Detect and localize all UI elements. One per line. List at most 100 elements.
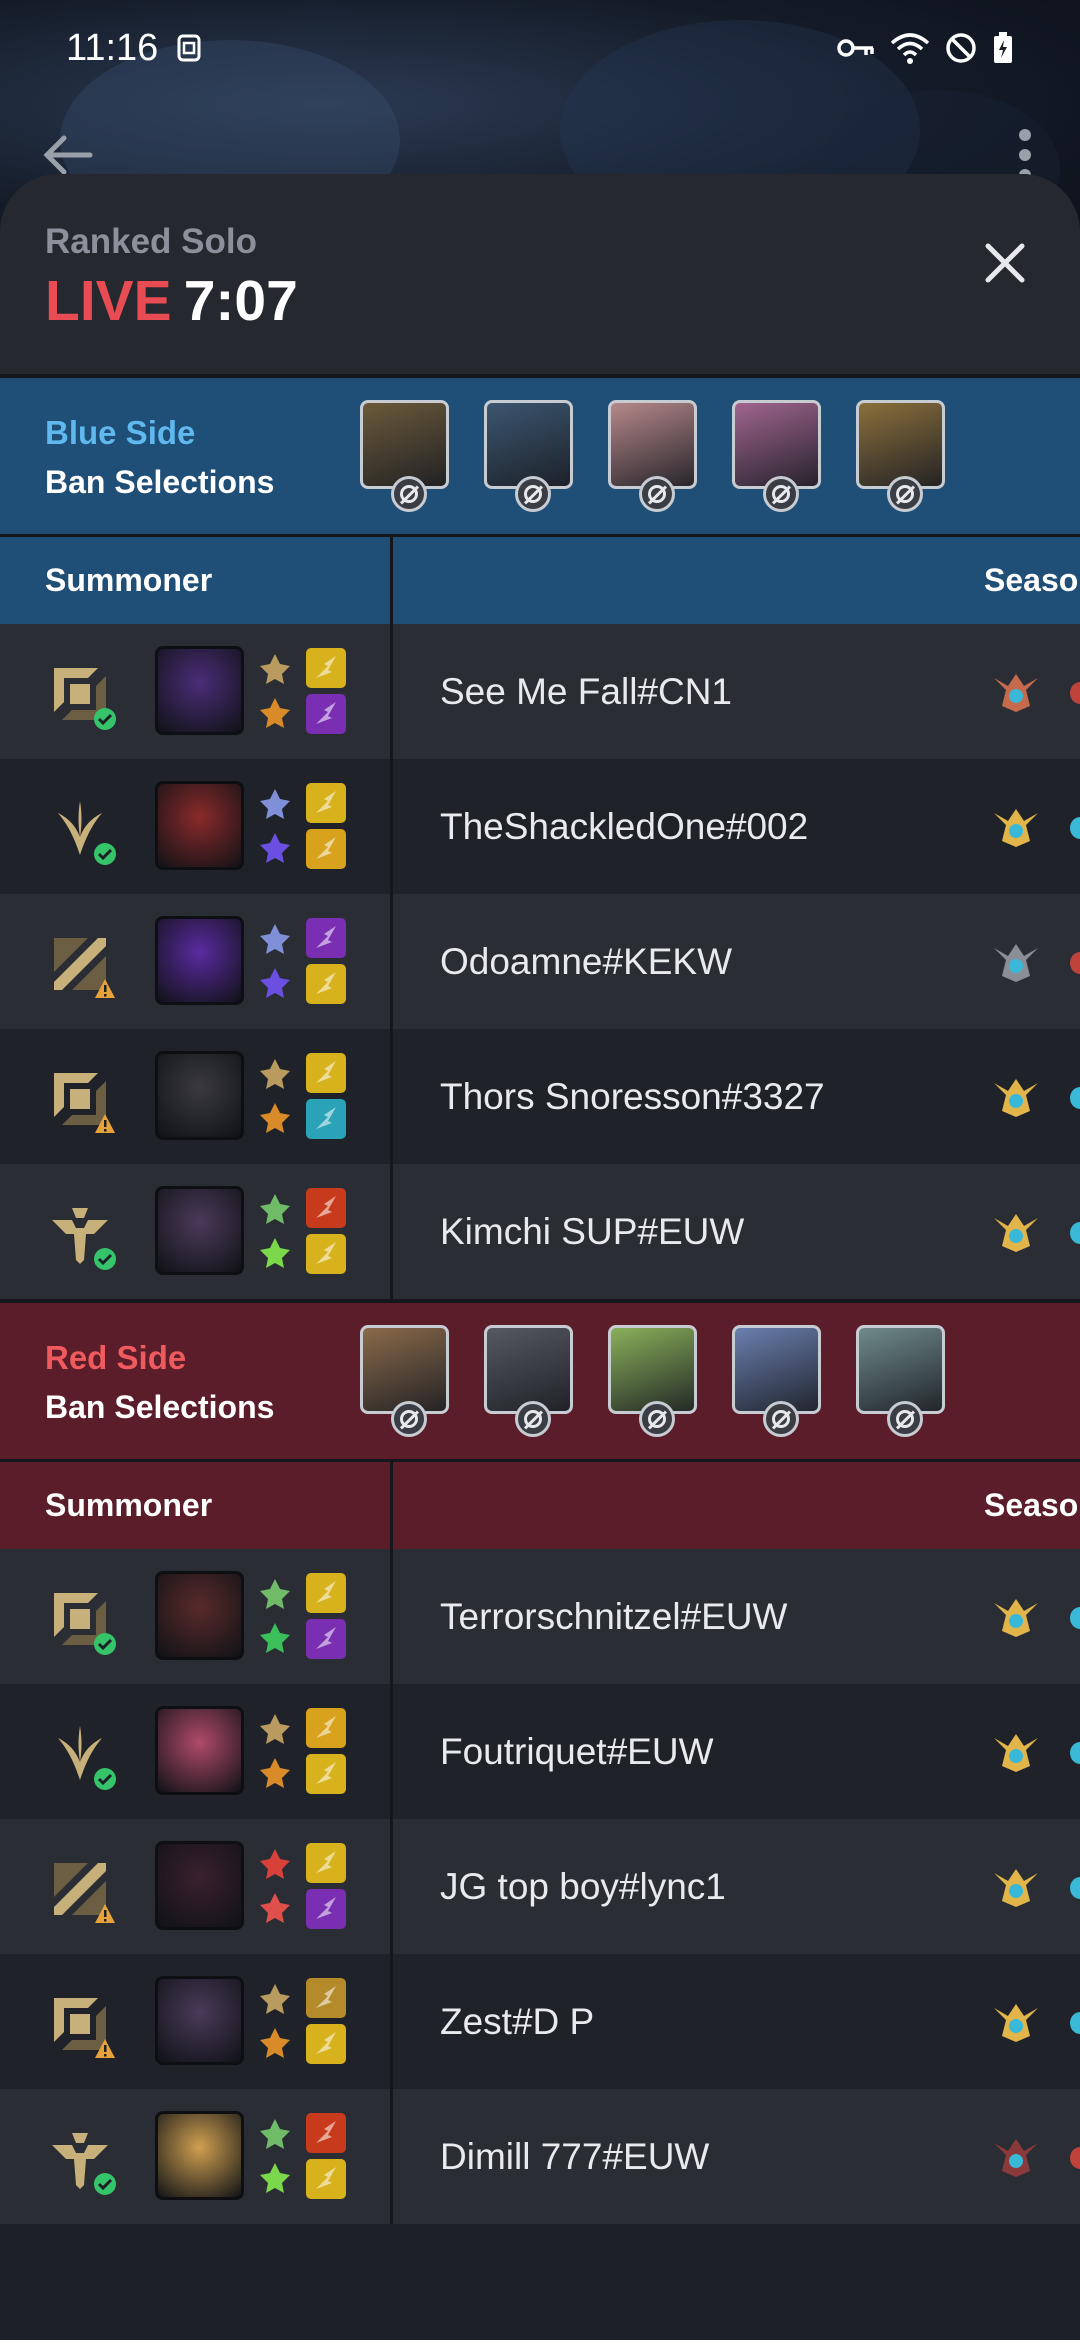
player-row[interactable]: Kimchi SUP#EUW [0,1164,1080,1299]
ban-icon [515,476,551,512]
secondary-rune-icon [258,1756,292,1790]
champion-portrait[interactable] [155,2111,244,2200]
red-ban-list [360,1325,945,1437]
red-side-bans: Red Side Ban Selections [0,1299,1080,1459]
check-icon [94,1633,116,1655]
blue-side-label: Blue Side [45,414,196,451]
player-row[interactable]: Terrorschnitzel#EUW [0,1549,1080,1684]
back-arrow-icon[interactable] [40,130,96,180]
champion-portrait[interactable] [155,646,244,735]
banned-champion-portrait[interactable] [608,400,697,512]
summoner-name[interactable]: Zest#D P [440,2001,594,2043]
rank-emblem-icon [992,807,1040,849]
summoner-spell-icon [306,648,346,688]
summoner-name[interactable]: Foutriquet#EUW [440,1731,714,1773]
champion-portrait[interactable] [155,1051,244,1140]
player-row[interactable]: Odoamne#KEKW [0,894,1080,1029]
summoner-name[interactable]: Thors Snoresson#3327 [440,1076,825,1118]
champion-portrait[interactable] [155,1186,244,1275]
season-rank-badge [1070,1877,1080,1899]
keystone-rune-icon [258,787,292,821]
player-row[interactable]: Foutriquet#EUW [0,1684,1080,1819]
ban-icon [763,476,799,512]
blue-player-list: See Me Fall#CN1 TheShackledOne#002 Odoamne… [0,624,1080,1299]
warning-icon [94,1903,116,1925]
summoner-spell-icon [306,1619,346,1659]
banned-champion-portrait[interactable] [856,1325,945,1437]
summoner-name[interactable]: Odoamne#KEKW [440,941,732,983]
secondary-rune-icon [258,696,292,730]
banned-champion-portrait[interactable] [484,400,573,512]
player-row[interactable]: JG top boy#lync1 [0,1819,1080,1954]
check-icon [94,1248,116,1270]
summoner-spell-icon [306,694,346,734]
warning-icon [94,978,116,1000]
summoner-spell-icon [306,1978,346,2018]
champion-portrait[interactable] [155,916,244,1005]
season-rank-badge [1070,682,1080,704]
banned-champion-portrait[interactable] [608,1325,697,1437]
secondary-rune-icon [258,1236,292,1270]
champion-portrait[interactable] [155,1706,244,1795]
summoner-name[interactable]: Dimill 777#EUW [440,2136,709,2178]
keystone-rune-icon [258,1982,292,2016]
summoner-spell-icon [306,829,346,869]
keystone-rune-icon [258,2117,292,2151]
ban-icon [639,1401,675,1437]
season-rank-badge [1070,1222,1080,1244]
keystone-rune-icon [258,922,292,956]
vpn-key-icon [837,39,874,57]
banned-champion-portrait[interactable] [732,400,821,512]
season-rank-badge [1070,2012,1080,2034]
keystone-rune-icon [258,1847,292,1881]
champion-portrait[interactable] [155,1841,244,1930]
live-timer: LIVE 7:07 [45,268,1035,334]
summoner-spell-icon [306,2113,346,2153]
live-label: LIVE [45,269,172,333]
summoner-name[interactable]: Kimchi SUP#EUW [440,1211,744,1253]
sim-icon [177,34,201,62]
secondary-rune-icon [258,1621,292,1655]
banned-champion-portrait[interactable] [484,1325,573,1437]
banned-champion-portrait[interactable] [360,400,449,512]
champion-portrait[interactable] [155,781,244,870]
player-row[interactable]: Thors Snoresson#3327 [0,1029,1080,1164]
banned-champion-portrait[interactable] [360,1325,449,1437]
summoner-spell-icon [306,1234,346,1274]
secondary-rune-icon [258,1101,292,1135]
summoner-name[interactable]: TheShackledOne#002 [440,806,808,848]
champion-portrait[interactable] [155,1571,244,1660]
player-row[interactable]: Dimill 777#EUW [0,2089,1080,2224]
season-rank-badge [1070,1742,1080,1764]
wifi-icon [890,33,930,64]
season-rank-badge [1070,952,1080,974]
game-clock: 7:07 [183,269,298,333]
close-icon[interactable] [980,238,1030,288]
keystone-rune-icon [258,652,292,686]
secondary-rune-icon [258,2026,292,2060]
red-table-header: Summoner Season [0,1459,1080,1549]
summoner-spell-icon [306,1188,346,1228]
summoner-spell-icon [306,1573,346,1613]
banned-champion-portrait[interactable] [856,400,945,512]
banned-champion-portrait[interactable] [732,1325,821,1437]
rank-emblem-icon [992,942,1040,984]
rank-emblem-icon [992,1212,1040,1254]
top-nav [0,120,1080,181]
summoner-name[interactable]: Terrorschnitzel#EUW [440,1596,787,1638]
red-player-list: Terrorschnitzel#EUW Foutriquet#EUW JG top … [0,1549,1080,2224]
summoner-name[interactable]: JG top boy#lync1 [440,1866,726,1908]
summoner-name[interactable]: See Me Fall#CN1 [440,671,732,713]
player-row[interactable]: See Me Fall#CN1 [0,624,1080,759]
player-row[interactable]: TheShackledOne#002 [0,759,1080,894]
rank-emblem-icon [992,672,1040,714]
summoner-spell-icon [306,2159,346,2199]
col-summoner: Summoner [45,1487,213,1523]
sheet-header: Ranked Solo LIVE 7:07 [0,174,1080,374]
keystone-rune-icon [258,1577,292,1611]
season-rank-badge [1070,1087,1080,1109]
champion-portrait[interactable] [155,1976,244,2065]
status-bar: 11:16 [0,0,1080,96]
player-row[interactable]: Zest#D P [0,1954,1080,2089]
check-icon [94,1768,116,1790]
